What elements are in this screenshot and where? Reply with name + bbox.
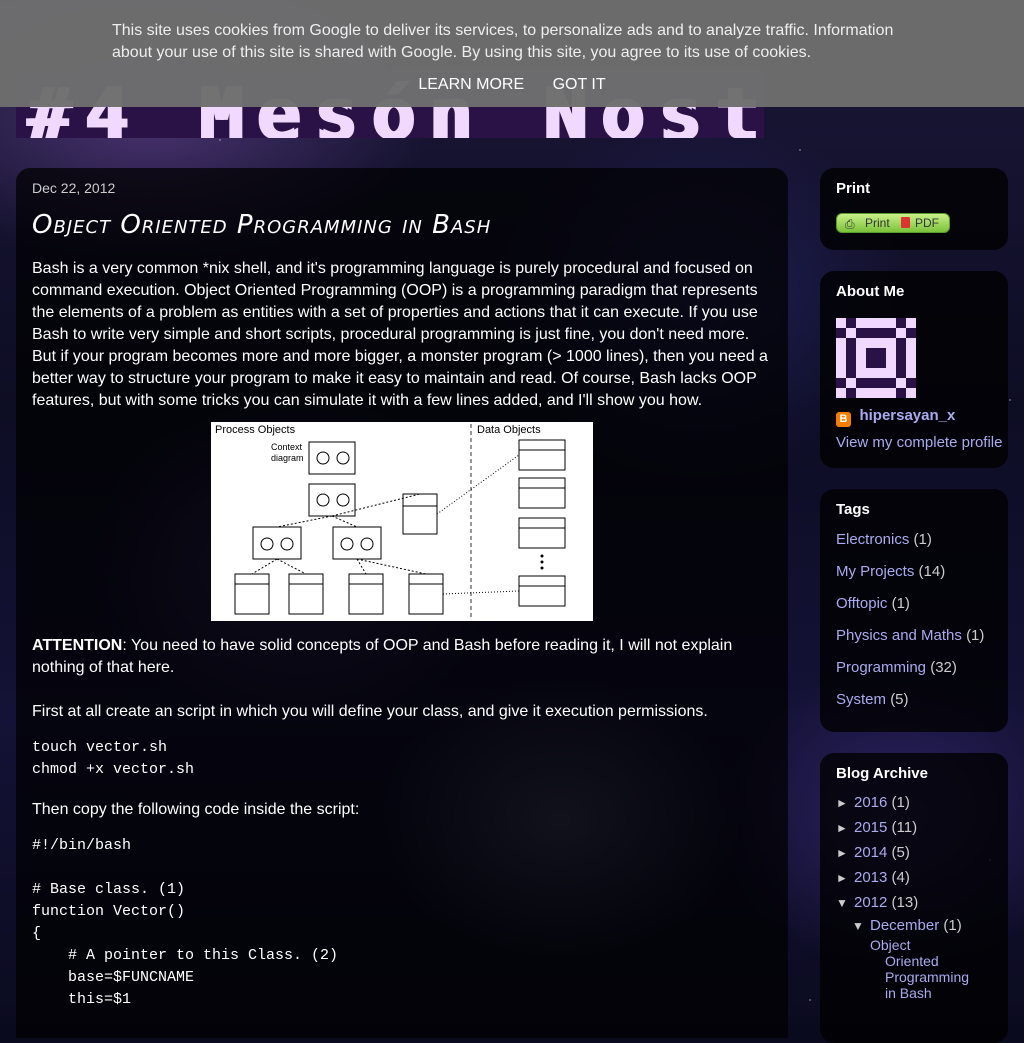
post-panel: Dec 22, 2012 Object Oriented Programming… bbox=[16, 168, 788, 1038]
tag-item: System (5) bbox=[836, 684, 992, 716]
tag-count: (14) bbox=[918, 563, 946, 580]
step-create-script: First at all create an script in which y… bbox=[32, 703, 708, 720]
expand-arrow-icon[interactable]: ► bbox=[836, 841, 854, 866]
collapse-arrow-icon[interactable]: ▼ bbox=[852, 915, 870, 937]
avatar-pixel-icon bbox=[836, 318, 916, 398]
cookie-message: This site uses cookies from Google to de… bbox=[112, 22, 894, 61]
tags-widget: Tags Electronics (1) My Projects (14) Of… bbox=[820, 489, 1008, 732]
tag-count: (1) bbox=[913, 531, 932, 548]
blog-archive-widget: Blog Archive ► 2016 (1) ► 2015 (11) ► 2014 … bbox=[820, 753, 1008, 1043]
print-widget: Print ⎙ Print PDF bbox=[820, 168, 1008, 250]
archive-count: (1) bbox=[943, 917, 962, 934]
attention-text: : You need to have solid concepts of OOP… bbox=[32, 637, 733, 676]
tag-item: Offtopic (1) bbox=[836, 588, 992, 620]
archive-year-row: ► 2016 (1) bbox=[836, 790, 1008, 815]
tags-title: Tags bbox=[836, 501, 870, 518]
archive-year-row: ► 2013 (4) bbox=[836, 865, 1008, 890]
archive-year-link[interactable]: 2013 bbox=[854, 869, 887, 886]
profile-name-row: B hipersayan_x bbox=[836, 406, 1008, 427]
diagram-right-label: Data Objects bbox=[477, 424, 541, 436]
tag-item: Programming (32) bbox=[836, 652, 992, 684]
tag-item: Physics and Maths (1) bbox=[836, 620, 992, 652]
expand-arrow-icon[interactable]: ► bbox=[836, 791, 854, 816]
collapse-arrow-icon[interactable]: ▼ bbox=[836, 891, 854, 916]
pdf-label: PDF bbox=[915, 216, 939, 230]
archive-year-row: ► 2014 (5) bbox=[836, 840, 1008, 865]
print-widget-title: Print bbox=[836, 180, 871, 197]
archive-year-link[interactable]: 2015 bbox=[854, 819, 887, 836]
got-it-button[interactable]: GOT IT bbox=[553, 76, 606, 93]
archive-year-row: ▼ 2012 (13) bbox=[836, 890, 1008, 915]
blogger-icon: B bbox=[836, 412, 851, 427]
attention-label: ATTENTION bbox=[32, 637, 123, 654]
archive-month-link[interactable]: December bbox=[870, 917, 939, 934]
tag-count: (1) bbox=[891, 595, 910, 612]
blog-archive-title: Blog Archive bbox=[836, 765, 928, 782]
print-pdf-button[interactable]: ⎙ Print PDF bbox=[836, 213, 950, 233]
expand-arrow-icon[interactable]: ► bbox=[836, 866, 854, 891]
archive-count: (4) bbox=[891, 869, 910, 886]
tag-link-programming[interactable]: Programming bbox=[836, 659, 926, 676]
archive-post-link[interactable]: Object Oriented Programming in Bash bbox=[870, 937, 969, 1001]
diagram-left-label: Process Objects bbox=[215, 424, 296, 436]
archive-year-row: ► 2015 (11) bbox=[836, 815, 1008, 840]
tag-item: My Projects (14) bbox=[836, 556, 992, 588]
printer-icon: ⎙ bbox=[845, 217, 855, 231]
learn-more-link[interactable]: LEARN MORE bbox=[418, 76, 524, 93]
tag-link-offtopic[interactable]: Offtopic bbox=[836, 595, 887, 612]
archive-month-row: ▼ December (1) bbox=[852, 915, 1008, 937]
archive-count: (5) bbox=[891, 844, 910, 861]
step-copy-code: Then copy the following code inside the … bbox=[32, 801, 360, 818]
archive-count: (13) bbox=[891, 894, 919, 911]
cookie-actions: LEARN MORE GOT IT bbox=[0, 76, 1024, 94]
tag-link-electronics[interactable]: Electronics bbox=[836, 531, 909, 548]
post-intro: Bash is a very common *nix shell, and it… bbox=[32, 260, 768, 409]
tag-link-physics-maths[interactable]: Physics and Maths bbox=[836, 627, 962, 644]
context-diagram-label: Context bbox=[271, 442, 303, 452]
tag-link-my-projects[interactable]: My Projects bbox=[836, 563, 914, 580]
code-block-vector: #!/bin/bash # Base class. (1) function V… bbox=[32, 837, 339, 1008]
tag-count: (1) bbox=[966, 627, 985, 644]
pdf-icon bbox=[901, 217, 910, 228]
tag-item: Electronics (1) bbox=[836, 524, 992, 556]
process-data-objects-diagram[interactable]: Process Objects Data Objects Context dia… bbox=[211, 422, 593, 621]
archive-year-link[interactable]: 2016 bbox=[854, 794, 887, 811]
diagram-graphic: Process Objects Data Objects Context dia… bbox=[215, 424, 566, 619]
archive-count: (11) bbox=[891, 819, 918, 836]
archive-count: (1) bbox=[891, 794, 910, 811]
post-title[interactable]: Object Oriented Programming in Bash bbox=[32, 210, 772, 240]
tag-count: (32) bbox=[930, 659, 957, 676]
about-me-widget: About Me B hipersayan_x View my complete… bbox=[820, 271, 1008, 468]
view-profile-link[interactable]: View my complete profile bbox=[836, 434, 1008, 451]
about-me-title: About Me bbox=[836, 283, 905, 300]
svg-text:diagram: diagram bbox=[271, 453, 304, 463]
tag-link-system[interactable]: System bbox=[836, 691, 886, 708]
cookie-notice: This site uses cookies from Google to de… bbox=[0, 0, 1024, 107]
tag-count: (5) bbox=[890, 691, 909, 708]
archive-year-link[interactable]: 2012 bbox=[854, 894, 887, 911]
profile-avatar[interactable] bbox=[836, 318, 916, 398]
attention-note: ATTENTION: You need to have solid concep… bbox=[32, 635, 772, 679]
archive-year-link[interactable]: 2014 bbox=[854, 844, 887, 861]
print-label: Print bbox=[865, 216, 890, 230]
expand-arrow-icon[interactable]: ► bbox=[836, 816, 854, 841]
profile-username[interactable]: hipersayan_x bbox=[859, 407, 955, 424]
post-date: Dec 22, 2012 bbox=[32, 180, 116, 196]
code-block-setup: touch vector.sh chmod +x vector.sh bbox=[32, 739, 195, 778]
